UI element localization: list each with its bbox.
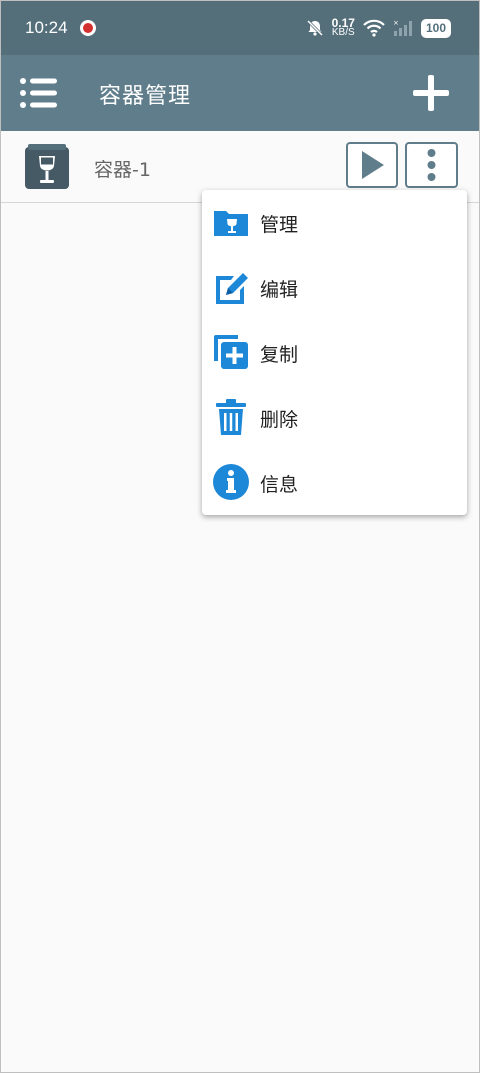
- trash-icon: [216, 399, 246, 435]
- menu-item-label: 信息: [260, 474, 299, 496]
- folder-wine-icon: [214, 211, 248, 236]
- status-time: 10:24: [25, 18, 68, 37]
- menu-item-edit[interactable]: 编辑: [202, 255, 467, 320]
- container-name: 容器-1: [94, 159, 151, 181]
- copy-plus-icon: [214, 335, 248, 369]
- net-speed: 0.17 KB/S: [331, 17, 355, 38]
- more-vert-icon: [427, 149, 436, 181]
- menu-item-copy[interactable]: 复制: [202, 320, 467, 385]
- info-icon: [213, 464, 249, 500]
- menu-item-info[interactable]: 信息: [202, 450, 467, 515]
- silent-bell-icon: [306, 19, 323, 37]
- context-menu: 管理 编辑 复制 删除 信息: [202, 190, 467, 515]
- menu-item-label: 编辑: [260, 279, 299, 301]
- svg-text:×: ×: [393, 19, 399, 27]
- battery-indicator: 100: [420, 18, 451, 38]
- app-bar: 容器管理: [1, 55, 479, 131]
- notification-icon: [80, 20, 96, 36]
- more-options-button[interactable]: [405, 142, 458, 188]
- page-title: 容器管理: [99, 84, 192, 109]
- menu-item-label: 删除: [260, 409, 299, 431]
- plus-icon[interactable]: [413, 75, 449, 111]
- list-menu-icon[interactable]: [19, 75, 59, 111]
- status-bar: 10:24 0.17 KB/S × 100: [1, 1, 479, 55]
- menu-item-manage[interactable]: 管理: [202, 190, 467, 255]
- wine-glass-icon: [25, 144, 69, 189]
- menu-item-delete[interactable]: 删除: [202, 385, 467, 450]
- signal-icon: ×: [393, 19, 412, 36]
- status-right-group: 0.17 KB/S × 100: [306, 17, 451, 39]
- net-speed-unit: KB/S: [331, 27, 355, 38]
- play-icon: [362, 151, 384, 179]
- menu-item-label: 管理: [260, 214, 299, 236]
- run-button[interactable]: [346, 142, 398, 188]
- wifi-icon: [363, 19, 385, 37]
- menu-item-label: 复制: [260, 344, 299, 366]
- edit-icon: [216, 273, 248, 304]
